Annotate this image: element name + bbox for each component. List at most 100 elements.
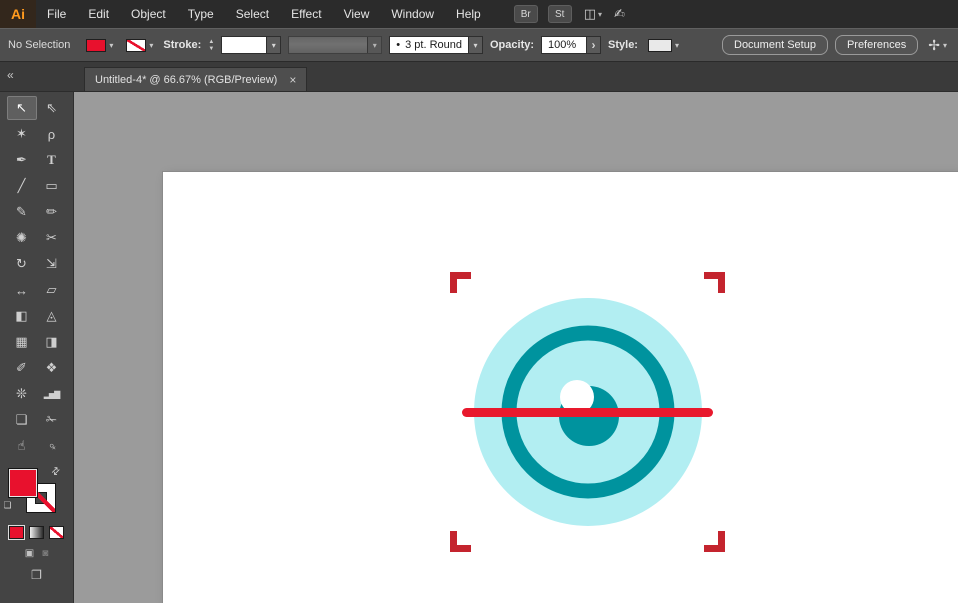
menu-select[interactable]: Select [225, 0, 280, 28]
stroke-weight-value [222, 37, 267, 53]
workspace-switcher-button[interactable]: ✢ ▾ [925, 35, 950, 56]
document-tab[interactable]: Untitled-4* @ 66.67% (RGB/Preview) × [84, 67, 308, 91]
illustrator-logo[interactable]: Ai [0, 0, 36, 28]
menu-help[interactable]: Help [445, 0, 492, 28]
brush-name: 3 pt. Round [405, 39, 462, 51]
magic-wand-tool[interactable]: ✶ [7, 122, 37, 146]
direct-selection-tool[interactable]: ⇖ [37, 96, 67, 120]
collapse-panel-button[interactable]: « [7, 68, 14, 82]
chevron-down-icon: ▾ [942, 40, 947, 50]
chevron-down-icon: ▾ [674, 40, 679, 50]
touch-workspace-button[interactable]: ✍ [614, 6, 625, 22]
fill-color-dropdown[interactable]: ▾ [83, 37, 116, 54]
arrange-documents-icon: ◫ [583, 6, 597, 21]
column-graph-tool[interactable]: ▂▅▇ [37, 382, 67, 406]
lasso-tool[interactable]: ρ [37, 122, 67, 146]
paintbrush-tool[interactable]: ✎ [7, 200, 37, 224]
menu-effect[interactable]: Effect [280, 0, 332, 28]
gradient-tool[interactable]: ◨ [37, 330, 67, 354]
stroke-weight-dropdown[interactable]: ▾ [221, 36, 282, 54]
free-transform-tool[interactable]: ▱ [37, 278, 67, 302]
rectangle-tool[interactable]: ▭ [37, 174, 67, 198]
document-setup-button[interactable]: Document Setup [722, 35, 828, 55]
menu-file[interactable]: File [36, 0, 77, 28]
close-icon[interactable]: × [289, 73, 296, 87]
hand-tool[interactable]: ☝ [7, 434, 37, 458]
pen-tool[interactable]: ✒ [7, 148, 37, 172]
width-tool[interactable]: ↔ [7, 278, 37, 302]
rotate-tool[interactable]: ↻ [7, 252, 37, 276]
scale-tool[interactable]: ⇲ [37, 252, 67, 276]
crop-mark-bottom-right[interactable] [704, 531, 725, 552]
tools-grid: ↖ ⇖ ✶ ρ ✒ T ╱ ▭ ✎ ✏ ✺ ✂ ↻ ⇲ ↔ ▱ ◧ ◬ ▦ ◨ … [0, 92, 73, 458]
chevron-right-icon: › [586, 37, 601, 53]
artboard-tool[interactable]: ❏ [7, 408, 37, 432]
default-fill-stroke-icon[interactable]: ❏ [4, 500, 12, 511]
stepper-up-icon: ▲ [208, 38, 215, 45]
chevron-down-icon: ▾ [149, 40, 154, 50]
appearance-buttons [0, 525, 73, 540]
document-tab-strip: « Untitled-4* @ 66.67% (RGB/Preview) × [0, 62, 958, 92]
pencil-tool[interactable]: ✏ [37, 200, 67, 224]
none-button[interactable] [49, 526, 64, 539]
selection-status: No Selection [8, 39, 71, 51]
symbol-sprayer-tool[interactable]: ❊ [7, 382, 37, 406]
red-strike-line[interactable] [462, 408, 713, 417]
menu-edit[interactable]: Edit [77, 0, 120, 28]
brush-dot-icon: • [396, 39, 401, 51]
workspace-switcher-icon: ✢ [928, 36, 940, 53]
tools-panel: ↖ ⇖ ✶ ρ ✒ T ╱ ▭ ✎ ✏ ✺ ✂ ↻ ⇲ ↔ ▱ ◧ ◬ ▦ ◨ … [0, 92, 74, 603]
blob-brush-tool[interactable]: ✺ [7, 226, 37, 250]
chevron-down-icon: ▾ [468, 37, 482, 53]
menu-type[interactable]: Type [177, 0, 225, 28]
screen-mode-row: ❐ [0, 568, 73, 582]
type-tool[interactable]: T [37, 148, 67, 172]
opacity-dropdown[interactable]: 100% › [541, 36, 602, 54]
draw-normal-button[interactable]: ▣ [25, 548, 34, 559]
perspective-grid-tool[interactable]: ◬ [37, 304, 67, 328]
illustrator-window: Ai File Edit Object Type Select Effect V… [0, 0, 958, 603]
gradient-button[interactable] [29, 526, 44, 539]
menu-view[interactable]: View [333, 0, 381, 28]
width-profile-dropdown[interactable]: ▾ [288, 36, 383, 54]
touch-workspace-icon: ✍ [614, 6, 625, 21]
stroke-color-dropdown[interactable]: ▾ [123, 37, 156, 54]
style-dropdown[interactable]: ▾ [645, 37, 682, 54]
preferences-button[interactable]: Preferences [834, 35, 919, 55]
width-profile-preview [289, 37, 368, 53]
shape-builder-tool[interactable]: ◧ [7, 304, 37, 328]
bridge-button[interactable]: Br [513, 5, 538, 23]
crop-mark-top-left[interactable] [450, 272, 471, 293]
fill-swatch[interactable] [7, 468, 38, 498]
stroke-label: Stroke: [163, 39, 202, 51]
menu-window[interactable]: Window [380, 0, 445, 28]
opacity-label: Opacity: [490, 39, 535, 51]
chevron-down-icon: ▾ [109, 40, 114, 50]
color-button[interactable] [8, 525, 25, 540]
crop-mark-top-right[interactable] [704, 272, 725, 293]
line-segment-tool[interactable]: ╱ [7, 174, 37, 198]
screen-mode-button[interactable]: ❐ [31, 568, 42, 582]
blend-tool[interactable]: ❖ [37, 356, 67, 380]
mesh-tool[interactable]: ▦ [7, 330, 37, 354]
menu-object[interactable]: Object [120, 0, 177, 28]
swap-fill-stroke-icon[interactable]: ⇄ [49, 465, 63, 479]
brush-definition-dropdown[interactable]: • 3 pt. Round ▾ [389, 36, 483, 54]
fill-color-swatch [86, 38, 107, 52]
crop-mark-bottom-left[interactable] [450, 531, 471, 552]
control-bar: No Selection ▾ ▾ Stroke: ▲ ▼ ▾ ▾ • 3 pt.… [0, 28, 958, 62]
arrange-documents-button[interactable]: ◫ ▾ [584, 6, 602, 22]
scissors-tool[interactable]: ✂ [37, 226, 67, 250]
stock-button[interactable]: St [547, 5, 572, 23]
zoom-tool[interactable]: ♀ [32, 427, 70, 465]
selection-tool[interactable]: ↖ [6, 96, 37, 120]
fill-stroke-widget: ⇄ ❏ [4, 465, 69, 516]
stroke-none-swatch [126, 38, 147, 52]
eyedropper-tool[interactable]: ✐ [7, 356, 37, 380]
draw-inside-button[interactable]: ◙ [42, 548, 48, 559]
artboard[interactable] [163, 172, 958, 603]
stroke-weight-stepper[interactable]: ▲ ▼ [208, 39, 214, 52]
menu-bar: Ai File Edit Object Type Select Effect V… [0, 0, 958, 28]
chevron-down-icon: ▾ [367, 37, 382, 53]
canvas-area [74, 92, 958, 603]
